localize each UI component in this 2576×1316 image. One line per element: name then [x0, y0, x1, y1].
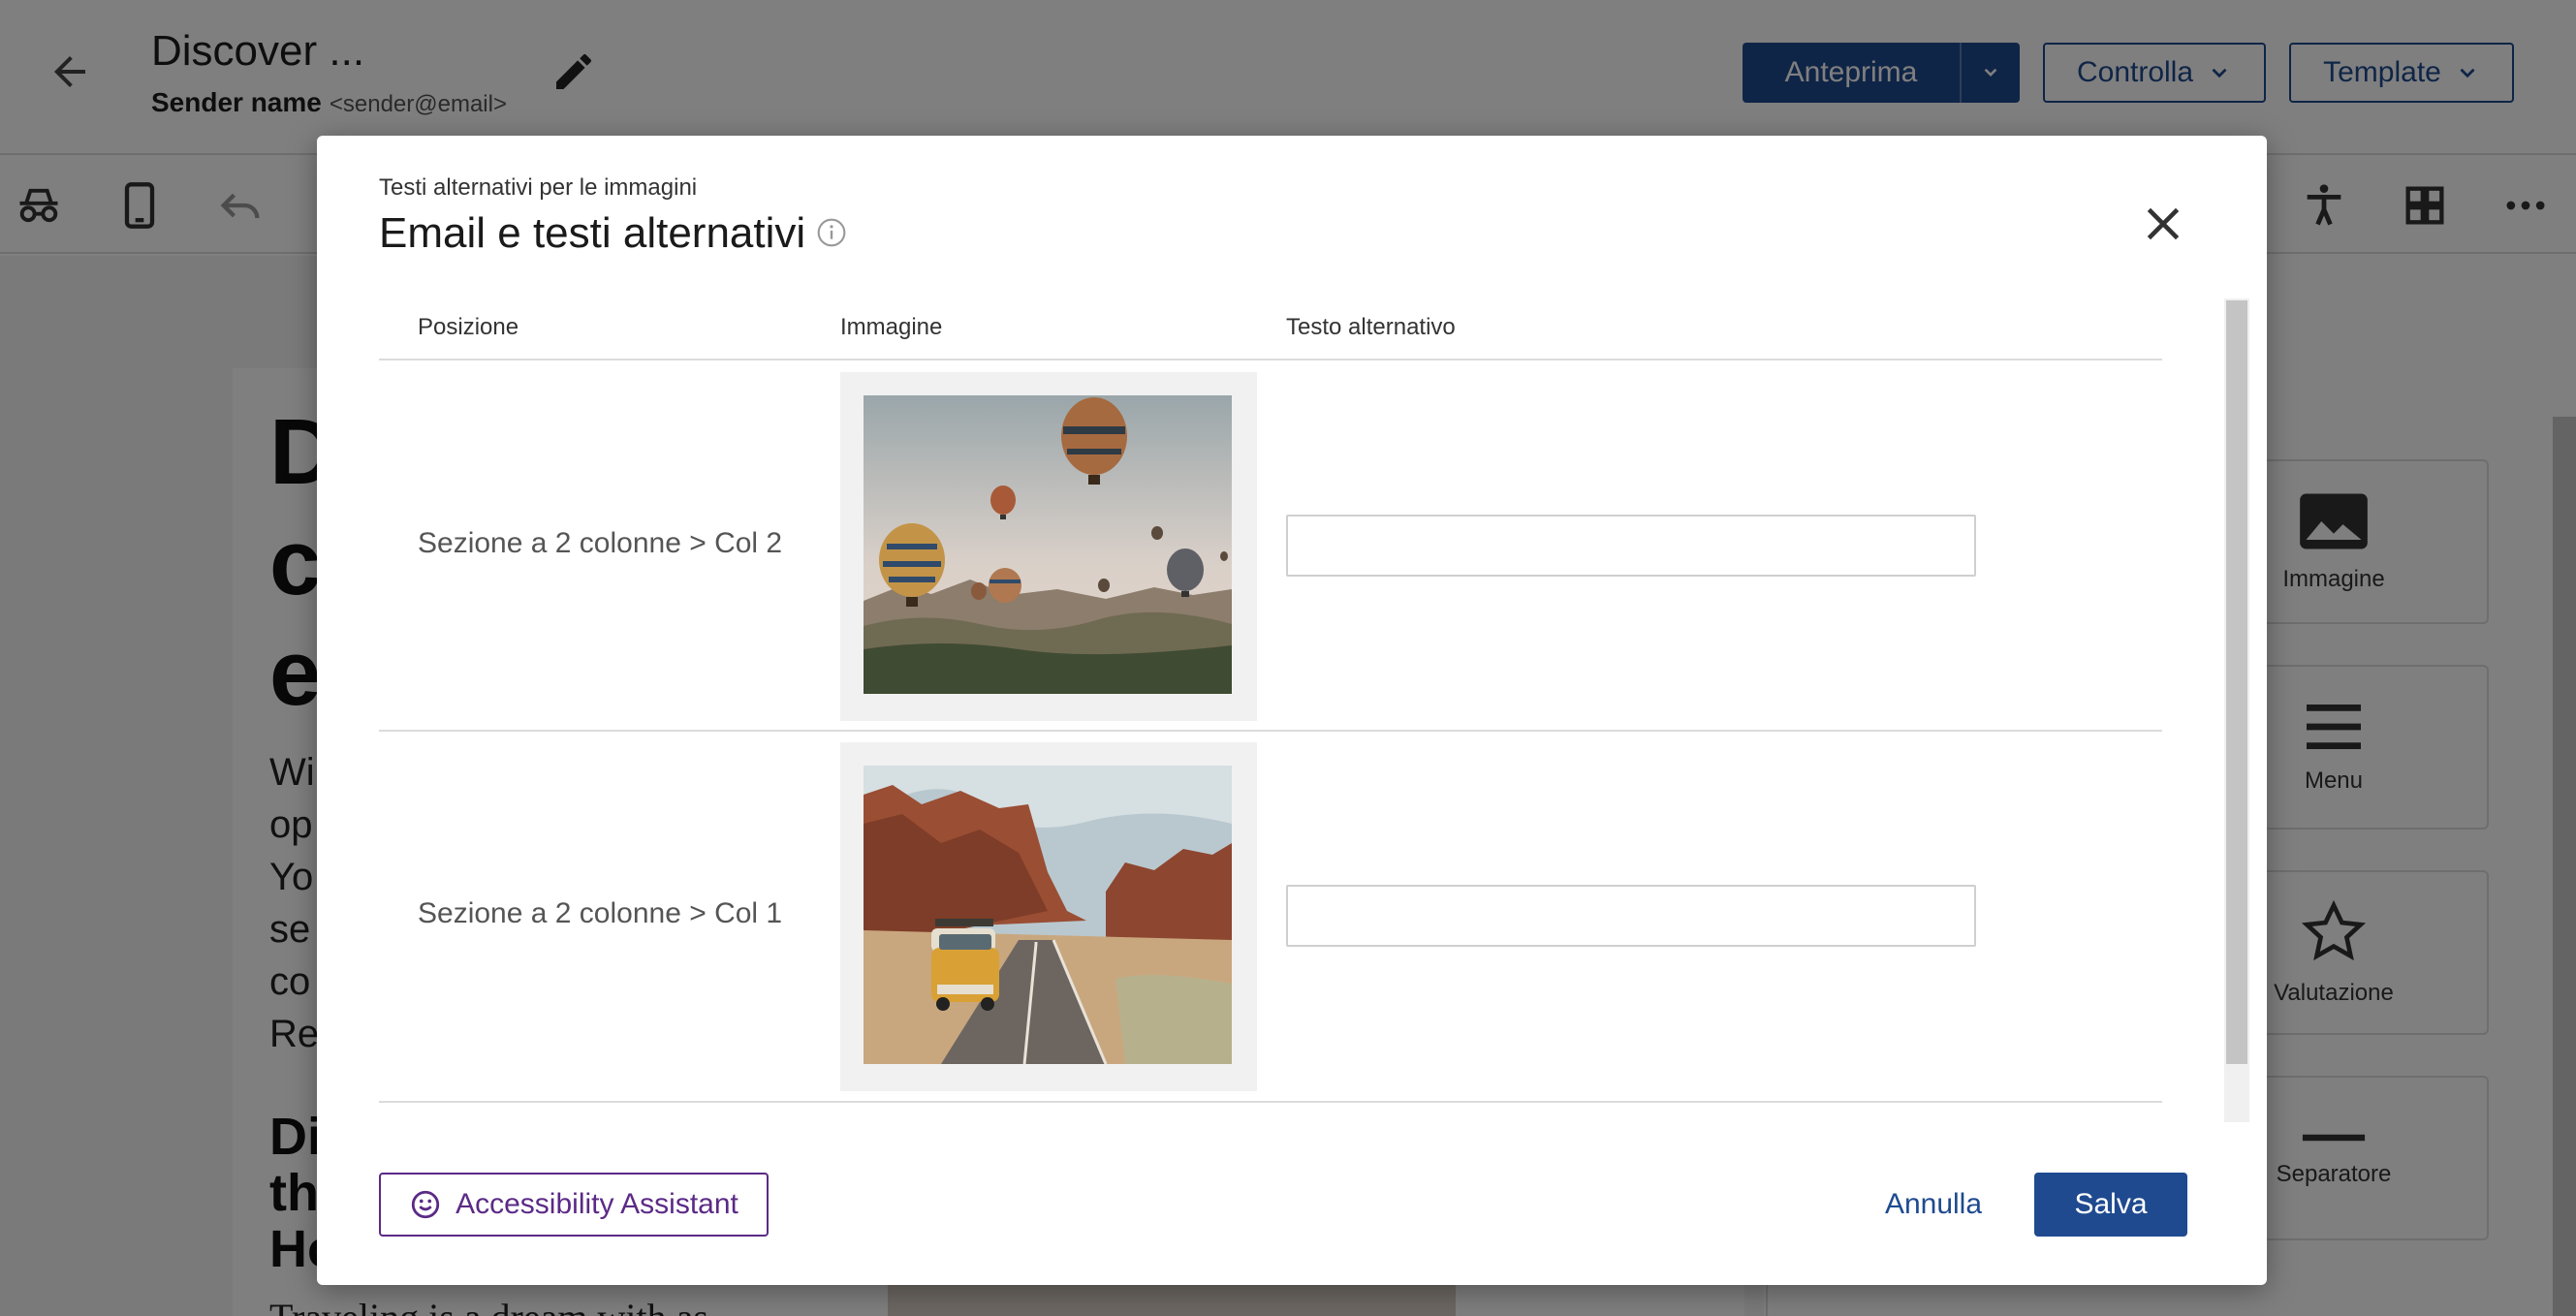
column-header-image: Immagine [840, 314, 943, 340]
accessibility-assistant-label: Accessibility Assistant [456, 1188, 738, 1220]
save-button[interactable]: Salva [2034, 1173, 2187, 1237]
row-divider [379, 730, 2162, 732]
column-header-alt-text: Testo alternativo [1286, 314, 1456, 340]
header-divider [379, 359, 2162, 360]
dialog-subtitle: Testi alternativi per le immagini [379, 174, 698, 201]
close-icon[interactable] [2139, 200, 2187, 248]
alt-text-dialog: Testi alternativi per le immagini Email … [317, 136, 2267, 1285]
image-thumbnail-frame [840, 372, 1257, 721]
image-thumbnail-frame [840, 742, 1257, 1091]
dialog-scrollbar-thumb[interactable] [2226, 300, 2247, 1064]
dialog-title: Email e testi alternativi [379, 209, 806, 257]
row-position: Sezione a 2 colonne > Col 1 [418, 897, 783, 929]
yellow-van-desert-road-image [864, 766, 1232, 1064]
hot-air-balloons-image [864, 395, 1232, 694]
row-position: Sezione a 2 colonne > Col 2 [418, 527, 783, 559]
accessibility-assistant-button[interactable]: Accessibility Assistant [379, 1173, 769, 1237]
alt-text-input[interactable] [1286, 885, 1976, 947]
alt-text-input[interactable] [1286, 515, 1976, 577]
assistant-icon [411, 1190, 440, 1219]
info-icon[interactable] [816, 217, 847, 248]
row-divider [379, 1101, 2162, 1103]
column-header-position: Posizione [418, 314, 519, 340]
cancel-button[interactable]: Annulla [1838, 1173, 2028, 1237]
